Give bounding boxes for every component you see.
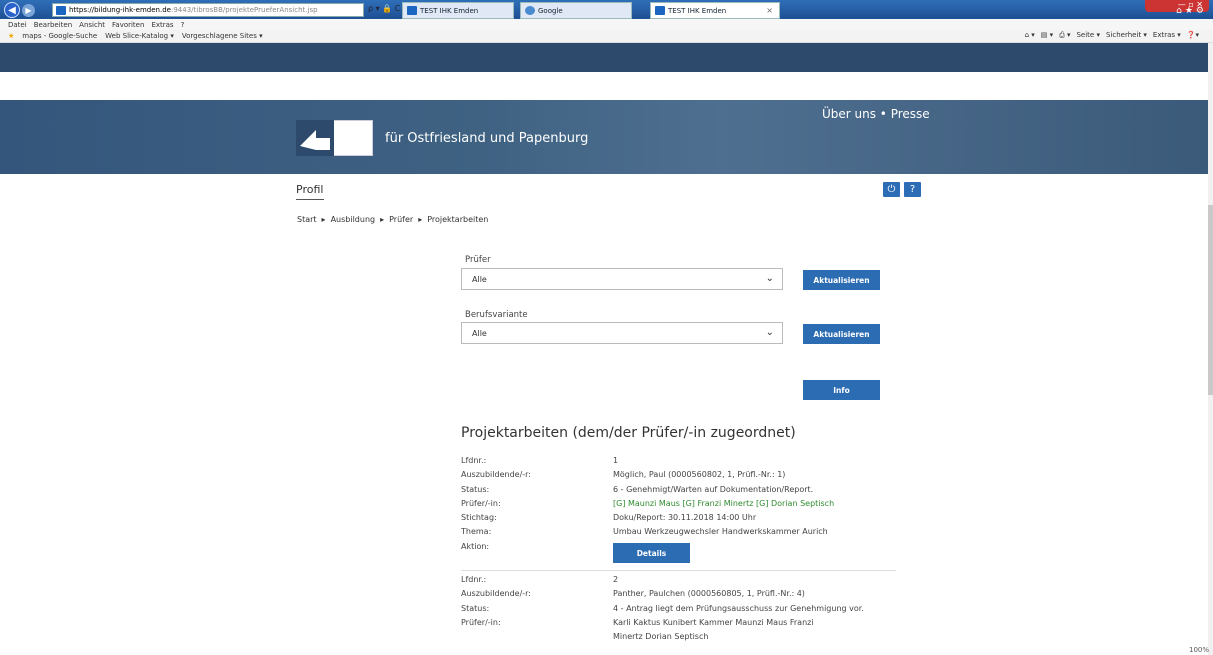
pruefer-select-value: Alle: [472, 274, 487, 284]
azubi-label: Auszubildende/-r:: [461, 470, 531, 479]
header-tagline: für Ostfriesland und Papenburg: [385, 131, 589, 146]
chevron-right-icon: ▸: [418, 215, 423, 224]
url-domain: https://bildung-ihk-emden.de: [69, 6, 171, 14]
chevron-right-icon: ▸: [380, 215, 385, 224]
browser-tab-1[interactable]: TEST IHK Emden: [402, 2, 514, 19]
site-top-bar: [0, 43, 1208, 72]
phone-number[interactable]: ✆ 04921 / 8901-0: [287, 81, 349, 89]
command-bar: ⌂ ▾ ▤ ▾ ⎙ ▾ Seite ▾ Sicherheit ▾ Extras …: [1025, 31, 1199, 40]
menu-datei[interactable]: Datei: [8, 21, 27, 29]
azubi-value: Panther, Paulchen (0000560805, 1, Prüfl.…: [613, 589, 805, 598]
breadcrumb: Start ▸ Ausbildung ▸ Prüfer ▸ Projektarbeit…: [297, 215, 488, 224]
thema-value: Umbau Werkzeugwechsler Handwerkskammer A…: [613, 527, 828, 536]
pruefer-in-value: [G] Maunzi Maus [G] Franzi Minertz [G] D…: [613, 499, 835, 508]
tab-favicon-icon: [407, 6, 417, 15]
chevron-down-icon: ⌄: [765, 273, 774, 284]
menu-favoriten[interactable]: Favoriten: [112, 21, 144, 29]
tab-favicon-icon: [655, 6, 665, 15]
print-icon[interactable]: ⎙ ▾: [1059, 31, 1070, 40]
breadcrumb-start[interactable]: Start: [297, 215, 317, 224]
browser-tab-2[interactable]: Google: [520, 2, 632, 19]
azubi-value: Möglich, Paul (0000560802, 1, Prüfl.-Nr.…: [613, 470, 786, 479]
tab-label: TEST IHK Emden: [668, 6, 727, 15]
menu-ansicht[interactable]: Ansicht: [79, 21, 105, 29]
address-bar[interactable]: https://bildung-ihk-emden.de:9443/tibros…: [52, 3, 364, 17]
pruefer-in-value-line1: Karli Kaktus Kunibert Kammer Maunzi Maus…: [613, 618, 814, 627]
back-arrow-icon[interactable]: ◀: [4, 2, 20, 18]
top-links[interactable]: Über uns • Presse: [822, 107, 930, 121]
help-icon[interactable]: ?: [904, 182, 921, 197]
fav-link-webslice[interactable]: Web Slice-Katalog ▾: [105, 32, 174, 40]
aktualisieren-button-2[interactable]: Aktualisieren: [803, 324, 880, 344]
aktualisieren-button-1[interactable]: Aktualisieren: [803, 270, 880, 290]
status-label: Status:: [461, 485, 490, 494]
menu-bearbeiten[interactable]: Bearbeiten: [34, 21, 72, 29]
url-path: :9443/tibrosBB/projektePrueferAnsicht.js…: [170, 6, 318, 14]
pruefer-in-value-line2: Minertz Dorian Septisch: [613, 632, 709, 641]
page-title: Profil: [296, 183, 324, 196]
stichtag-label: Stichtag:: [461, 513, 497, 522]
fav-link-suggested[interactable]: Vorgeschlagene Sites ▾: [182, 32, 263, 40]
azubi-label: Auszubildende/-r:: [461, 589, 531, 598]
details-button[interactable]: Details: [613, 543, 690, 563]
logo-text: IHK: [335, 125, 359, 139]
status-value: 4 - Antrag liegt dem Prüfungsausschuss z…: [613, 604, 864, 613]
scrollbar-thumb[interactable]: [1208, 205, 1213, 395]
pruefer-select[interactable]: Alle ⌄: [461, 268, 783, 290]
berufsvariante-label: Berufsvariante: [465, 310, 528, 320]
menu-bar: Datei Bearbeiten Ansicht Favoriten Extra…: [0, 19, 1213, 30]
phone-icon: ✆: [287, 81, 296, 89]
breadcrumb-ausbildung[interactable]: Ausbildung: [331, 215, 376, 224]
status-value: 6 - Genehmigt/Warten auf Dokumentation/R…: [613, 485, 814, 494]
home-star-gear-icons[interactable]: ⌂★⚙: [1176, 6, 1207, 16]
zoom-level[interactable]: 100%: [1189, 646, 1209, 654]
thema-label: Thema:: [461, 527, 492, 536]
berufsvariante-select[interactable]: Alle ⌄: [461, 322, 783, 344]
fav-link-maps[interactable]: maps - Google-Suche: [22, 32, 97, 40]
cmd-sicherheit[interactable]: Sicherheit ▾: [1106, 31, 1147, 40]
chevron-down-icon: ⌄: [765, 327, 774, 338]
pruefer-label: Prüfer: [465, 255, 491, 265]
menu-help[interactable]: ?: [181, 21, 185, 29]
cmd-seite[interactable]: Seite ▾: [1076, 31, 1100, 40]
arrow-logo-icon: [300, 130, 330, 150]
favorites-star-icon[interactable]: ★: [8, 32, 14, 40]
tab-label: TEST IHK Emden: [420, 6, 479, 15]
browser-tab-3-active[interactable]: TEST IHK Emden ×: [650, 2, 780, 19]
feeds-icon[interactable]: ▤ ▾: [1041, 31, 1053, 40]
status-label: Status:: [461, 604, 490, 613]
aktion-label: Aktion:: [461, 542, 490, 551]
lfdnr-label: Lfdnr.:: [461, 456, 487, 465]
lfdnr-value: 1: [613, 456, 619, 465]
title-underline: [296, 199, 324, 200]
stichtag-value: Doku/Report: 30.11.2018 14:00 Uhr: [613, 513, 757, 522]
phone-text: 04921 / 8901-0: [295, 81, 349, 89]
berufsvariante-select-value: Alle: [472, 328, 487, 338]
help-circle-icon[interactable]: ❓▾: [1187, 31, 1199, 40]
entry-divider: [461, 570, 896, 571]
site-favicon-icon: [56, 5, 66, 15]
menu-extras[interactable]: Extras: [151, 21, 173, 29]
section-title: Projektarbeiten (dem/der Prüfer/-in zuge…: [461, 425, 796, 441]
chevron-right-icon: ▸: [321, 215, 326, 224]
logo-mark-bg: [296, 120, 334, 156]
pruefer-in-label: Prüfer/-in:: [461, 499, 501, 508]
google-favicon-icon: [525, 6, 535, 15]
power-icon[interactable]: ⏻: [883, 182, 900, 197]
kontakt-link[interactable]: KONTAKT: [893, 81, 930, 89]
info-button[interactable]: Info: [803, 380, 880, 400]
pruefer-in-label: Prüfer/-in:: [461, 618, 501, 627]
header-banner: [0, 100, 1208, 174]
forward-arrow-icon[interactable]: ▶: [22, 4, 35, 17]
lfdnr-label: Lfdnr.:: [461, 575, 487, 584]
breadcrumb-projektarbeiten: Projektarbeiten: [427, 215, 489, 224]
breadcrumb-pruefer[interactable]: Prüfer: [389, 215, 413, 224]
cmd-extras[interactable]: Extras ▾: [1153, 31, 1181, 40]
close-tab-icon[interactable]: ×: [766, 6, 773, 15]
lfdnr-value: 2: [613, 575, 619, 584]
browser-tab-bar: ◀ ▶ https://bildung-ihk-emden.de:9443/ti…: [0, 0, 1213, 19]
address-bar-actions[interactable]: ρ ▾ 🔒 C: [368, 4, 400, 13]
home-page-icon[interactable]: ⌂ ▾: [1025, 31, 1035, 40]
tab-label: Google: [538, 6, 563, 15]
